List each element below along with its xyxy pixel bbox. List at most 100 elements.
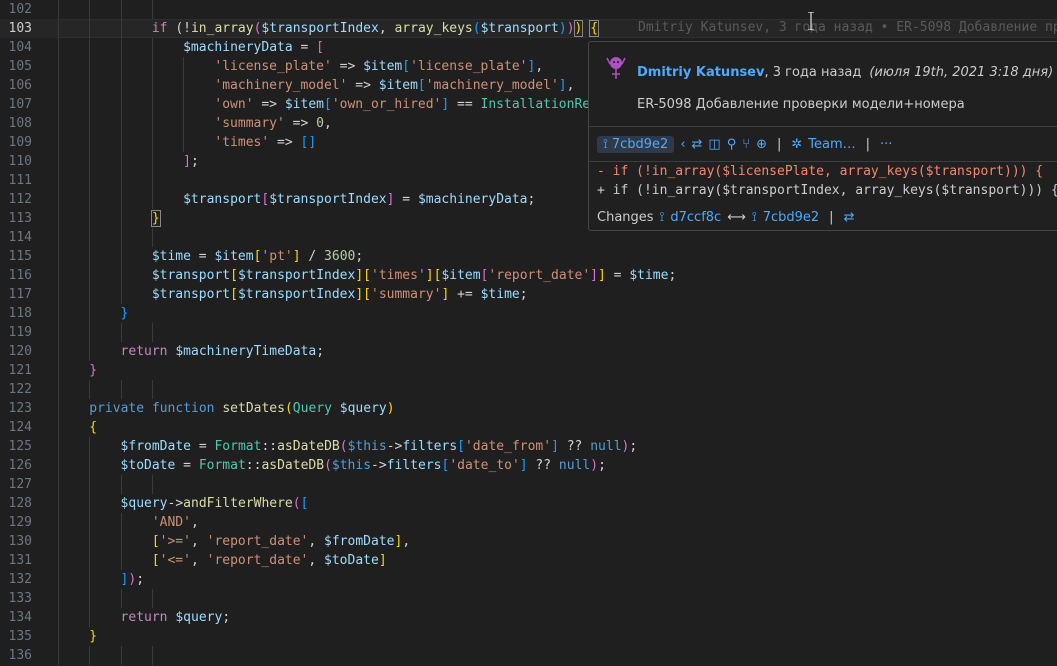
reveal-commit-icon[interactable]: ◫ [708, 137, 720, 152]
code-line[interactable]: 115 $time = $item['pt'] / 3600; [0, 247, 1057, 266]
indent-guide [58, 247, 59, 266]
code-token: return [120, 610, 176, 625]
code-token: $toDate [120, 458, 176, 473]
code-line[interactable]: 118} [0, 304, 1057, 323]
indent-guide [151, 380, 153, 399]
indent-guide [89, 285, 91, 304]
code-line[interactable]: 124 { [0, 418, 1057, 437]
line-number: 111 [8, 173, 32, 188]
code-line[interactable]: 127 [0, 475, 1057, 494]
more-actions-button[interactable]: ··· [880, 137, 892, 152]
code-line[interactable]: 132]); [0, 570, 1057, 589]
line-number: 130 [8, 534, 32, 549]
code-text: return $query; [121, 608, 231, 627]
indent-guide [183, 133, 185, 152]
code-token: 'summary' [214, 116, 285, 131]
code-line[interactable]: 117 $transport[$transportIndex]['summary'… [0, 285, 1057, 304]
code-token: null [590, 439, 622, 454]
code-token: ] [519, 458, 528, 473]
globe-icon[interactable]: ⊕ [756, 137, 767, 152]
from-sha-link[interactable]: d7ccf8c [670, 210, 721, 225]
code-line[interactable]: 136 [0, 646, 1057, 665]
indent-guide [120, 266, 122, 285]
code-text: } [89, 361, 97, 380]
line-number: 117 [8, 287, 32, 302]
code-token: [ [230, 268, 238, 283]
line-number: 122 [8, 382, 32, 397]
code-token: ( [324, 458, 332, 473]
code-token: $time [151, 249, 191, 264]
commit-icon: ⟟ [751, 210, 757, 225]
divider [589, 126, 1057, 127]
code-line[interactable]: 134 return $query; [0, 608, 1057, 627]
compare-arrow: ⟷ [727, 210, 746, 225]
team-icon[interactable]: ✲ [791, 137, 802, 152]
line-number: 104 [8, 40, 32, 55]
code-token: ?? [558, 439, 591, 454]
indent-guide [151, 133, 153, 152]
author-avatar[interactable] [605, 54, 627, 80]
code-token: ) [558, 21, 567, 36]
code-token: 'license_plate' [410, 59, 528, 74]
indent-guide [58, 627, 59, 646]
code-line[interactable]: 119 [0, 323, 1057, 342]
indent-guide [120, 209, 122, 228]
code-token: ; [629, 439, 638, 454]
indent-guide [58, 456, 59, 475]
search-icon[interactable]: ⚲ [727, 137, 737, 152]
code-token: , [308, 553, 325, 568]
compare-changes-icon[interactable]: ⇄ [692, 137, 703, 152]
code-token: if [151, 21, 176, 36]
code-line[interactable]: 125 $fromDate = Format::asDateDB($this->f… [0, 437, 1057, 456]
to-sha-link[interactable]: 7cbd9e2 [763, 210, 819, 225]
code-line[interactable]: 133 [0, 589, 1057, 608]
code-token: } [89, 629, 98, 644]
indent-guide [151, 152, 153, 171]
code-line[interactable]: 116 $transport[$transportIndex]['times'][… [0, 266, 1057, 285]
author-link[interactable]: Dmitriy Katunsev [637, 65, 764, 80]
code-token: asDateDB [261, 458, 325, 473]
code-line[interactable]: 129 'AND', [0, 513, 1057, 532]
commit-sha-button[interactable]: ⟟ 7cbd9e2 [597, 135, 675, 153]
code-token: , [378, 21, 395, 36]
code-token: '<=' [159, 553, 191, 568]
code-token: :: [245, 458, 262, 473]
indent-guide [151, 114, 153, 133]
code-line[interactable]: 120 return $machineryTimeData; [0, 342, 1057, 361]
code-line[interactable]: 123 private function setDates(Query $quer… [0, 399, 1057, 418]
indent-guide [58, 532, 59, 551]
code-token: 'date_to' [449, 458, 520, 473]
code-token: InstallationRep [480, 97, 598, 112]
code-token: in_array [190, 21, 254, 36]
line-number: 120 [8, 344, 32, 359]
code-line[interactable]: 121} [0, 361, 1057, 380]
code-line[interactable]: 131 ['<=', 'report_date', $toDate] [0, 551, 1057, 570]
code-line[interactable]: 102 [0, 0, 1057, 19]
code-line[interactable]: 128 $query->andFilterWhere([ [0, 494, 1057, 513]
indent-guide [120, 171, 122, 190]
code-token: ) [386, 401, 395, 416]
indent-guide [89, 266, 91, 285]
code-line[interactable]: 122 [0, 380, 1057, 399]
code-text: 'times' => [] [214, 133, 316, 152]
indent-guide [151, 95, 153, 114]
compare-changes-icon[interactable]: ⇄ [844, 210, 855, 225]
team-button[interactable]: Team… [808, 137, 855, 152]
code-line[interactable]: 130 ['>=', 'report_date', $fromDate], [0, 532, 1057, 551]
code-text: $fromDate = Format::asDateDB($this->filt… [121, 437, 638, 456]
code-line[interactable]: 135} [0, 627, 1057, 646]
indent-guide [120, 133, 122, 152]
commit-author-line: Dmitriy Katunsev, 3 года назад (июля 19th… [637, 65, 1053, 80]
code-token: [ [316, 40, 324, 55]
graph-icon[interactable]: ⑂ [742, 137, 750, 152]
code-token: $transport [151, 268, 231, 283]
line-number: 102 [8, 2, 32, 17]
commit-date: (июля 19th, 2021 3:18 дня) [869, 65, 1054, 80]
indent-guide [89, 209, 91, 228]
code-line[interactable]: 126 $toDate = Format::asDateDB($this->fil… [0, 456, 1057, 475]
previous-icon[interactable]: ‹ [680, 137, 685, 152]
indent-guide [120, 38, 122, 57]
indent-guide [120, 0, 122, 19]
code-token: $item [284, 97, 324, 112]
git-blame-hover-card[interactable]: Dmitriy Katunsev, 3 года назад (июля 19th… [588, 41, 1057, 231]
